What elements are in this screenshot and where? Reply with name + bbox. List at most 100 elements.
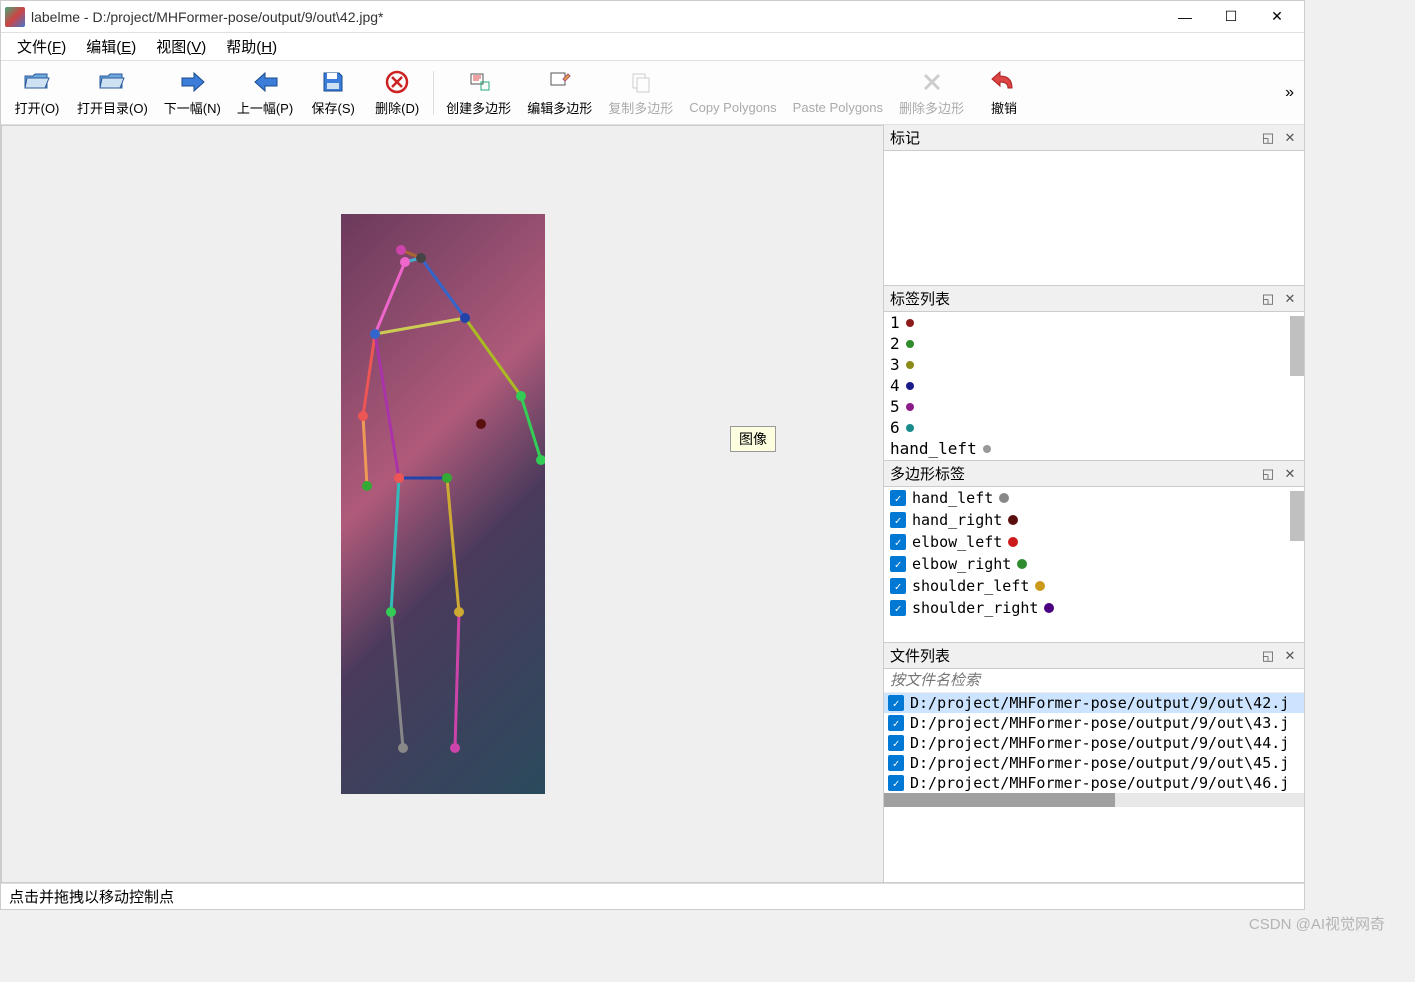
polygon-label-item[interactable]: ✓hand_left <box>884 487 1304 509</box>
scrollbar-thumb[interactable] <box>884 793 1115 807</box>
label-list-body[interactable]: 123456hand_left <box>884 312 1304 460</box>
canvas-area[interactable]: 图像 <box>1 125 884 883</box>
open-dir-button[interactable]: 打开目录(O) <box>69 64 156 122</box>
panel-close-icon[interactable]: ✕ <box>1282 466 1298 482</box>
checkbox[interactable]: ✓ <box>890 490 906 506</box>
status-text: 点击并拖拽以移动控制点 <box>9 886 174 907</box>
file-list-panel: 文件列表 ◱ ✕ ✓D:/project/MHFormer-pose/outpu… <box>884 643 1304 883</box>
polygon-label-item[interactable]: ✓elbow_left <box>884 531 1304 553</box>
scrollbar-thumb[interactable] <box>1290 316 1304 376</box>
label-list-panel: 标签列表 ◱ ✕ 123456hand_left <box>884 286 1304 461</box>
file-list-panel-header[interactable]: 文件列表 ◱ ✕ <box>884 643 1304 669</box>
label-list-item[interactable]: 4 <box>884 375 1304 396</box>
marks-panel: 标记 ◱ ✕ <box>884 125 1304 286</box>
color-dot-icon <box>906 361 914 369</box>
polygon-label-item[interactable]: ✓elbow_right <box>884 553 1304 575</box>
toolbar: 打开(O) 打开目录(O) 下一幅(N) 上一幅(P) 保存(S) 删除(D) … <box>1 61 1304 125</box>
checkbox[interactable]: ✓ <box>890 534 906 550</box>
next-image-button[interactable]: 下一幅(N) <box>156 64 229 122</box>
panel-close-icon[interactable]: ✕ <box>1282 291 1298 307</box>
checkbox[interactable]: ✓ <box>890 512 906 528</box>
label-list-item[interactable]: 5 <box>884 396 1304 417</box>
app-window: labelme - D:/project/MHFormer-pose/outpu… <box>0 0 1305 910</box>
save-icon <box>319 68 347 96</box>
panel-float-icon[interactable]: ◱ <box>1260 648 1276 664</box>
side-panels: 标记 ◱ ✕ 标签列表 ◱ ✕ 123 <box>884 125 1304 883</box>
delete-polygon-button: 删除多边形 <box>891 64 972 122</box>
checkbox[interactable]: ✓ <box>888 775 904 791</box>
copy-polygons-button: Copy Polygons <box>681 64 784 122</box>
color-dot-icon <box>906 382 914 390</box>
file-search-input[interactable] <box>884 669 1304 693</box>
watermark-text: CSDN @AI视觉网奇 <box>1249 913 1385 934</box>
marks-panel-body[interactable] <box>884 151 1304 285</box>
save-button[interactable]: 保存(S) <box>301 64 365 122</box>
create-polygon-icon <box>465 68 493 96</box>
color-dot-icon <box>1008 537 1018 547</box>
image-canvas[interactable] <box>341 214 545 794</box>
delete-button[interactable]: 删除(D) <box>365 64 429 122</box>
minimize-button[interactable]: — <box>1162 2 1208 32</box>
color-dot-icon <box>906 340 914 348</box>
color-dot-icon <box>906 424 914 432</box>
color-dot-icon <box>999 493 1009 503</box>
pose-skeleton[interactable] <box>341 214 545 794</box>
panel-float-icon[interactable]: ◱ <box>1260 291 1276 307</box>
file-list-item[interactable]: ✓D:/project/MHFormer-pose/output/9/out\4… <box>884 753 1304 773</box>
toolbar-overflow[interactable]: » <box>1279 84 1300 102</box>
copy-polygon-button: 复制多边形 <box>600 64 681 122</box>
file-list-item[interactable]: ✓D:/project/MHFormer-pose/output/9/out\4… <box>884 693 1304 713</box>
edit-polygon-button[interactable]: 编辑多边形 <box>519 64 600 122</box>
label-list-item[interactable]: 6 <box>884 417 1304 438</box>
panel-float-icon[interactable]: ◱ <box>1260 130 1276 146</box>
titlebar: labelme - D:/project/MHFormer-pose/outpu… <box>1 1 1304 33</box>
panel-close-icon[interactable]: ✕ <box>1282 648 1298 664</box>
menu-edit[interactable]: 编辑(E) <box>76 33 146 60</box>
panel-float-icon[interactable]: ◱ <box>1260 466 1276 482</box>
polygon-label-panel: 多边形标签 ◱ ✕ ✓hand_left✓hand_right✓elbow_le… <box>884 461 1304 643</box>
file-list-item[interactable]: ✓D:/project/MHFormer-pose/output/9/out\4… <box>884 713 1304 733</box>
arrow-right-icon <box>178 68 206 96</box>
create-polygon-button[interactable]: 创建多边形 <box>438 64 519 122</box>
paste-polygons-button: Paste Polygons <box>785 64 891 122</box>
undo-button[interactable]: 撤销 <box>972 64 1036 122</box>
checkbox[interactable]: ✓ <box>890 578 906 594</box>
main-area: 图像 标记 ◱ ✕ 标签列表 ◱ ✕ <box>1 125 1304 883</box>
color-dot-icon <box>906 319 914 327</box>
label-list-item[interactable]: 3 <box>884 354 1304 375</box>
menu-view[interactable]: 视图(V) <box>146 33 216 60</box>
checkbox[interactable]: ✓ <box>888 735 904 751</box>
polygon-label-item[interactable]: ✓shoulder_right <box>884 597 1304 619</box>
window-title: labelme - D:/project/MHFormer-pose/outpu… <box>31 9 1162 25</box>
checkbox[interactable]: ✓ <box>888 695 904 711</box>
menu-file[interactable]: 文件(F) <box>7 33 76 60</box>
checkbox[interactable]: ✓ <box>890 556 906 572</box>
maximize-button[interactable]: ☐ <box>1208 2 1254 32</box>
file-list-item[interactable]: ✓D:/project/MHFormer-pose/output/9/out\4… <box>884 773 1304 793</box>
menu-help[interactable]: 帮助(H) <box>216 33 287 60</box>
checkbox[interactable]: ✓ <box>888 715 904 731</box>
prev-image-button[interactable]: 上一幅(P) <box>229 64 301 122</box>
file-list-item[interactable]: ✓D:/project/MHFormer-pose/output/9/out\4… <box>884 733 1304 753</box>
file-list-body[interactable]: ✓D:/project/MHFormer-pose/output/9/out\4… <box>884 669 1304 882</box>
horizontal-scrollbar[interactable] <box>884 793 1304 807</box>
checkbox[interactable]: ✓ <box>890 600 906 616</box>
open-button[interactable]: 打开(O) <box>5 64 69 122</box>
polygon-label-panel-header[interactable]: 多边形标签 ◱ ✕ <box>884 461 1304 487</box>
marks-panel-header[interactable]: 标记 ◱ ✕ <box>884 125 1304 151</box>
label-list-item[interactable]: 1 <box>884 312 1304 333</box>
hover-tooltip: 图像 <box>730 426 776 452</box>
folder-open-multi-icon <box>98 68 126 96</box>
polygon-label-item[interactable]: ✓shoulder_left <box>884 575 1304 597</box>
label-list-item[interactable]: 2 <box>884 333 1304 354</box>
checkbox[interactable]: ✓ <box>888 755 904 771</box>
label-list-panel-header[interactable]: 标签列表 ◱ ✕ <box>884 286 1304 312</box>
scrollbar-thumb[interactable] <box>1290 491 1304 541</box>
panel-close-icon[interactable]: ✕ <box>1282 130 1298 146</box>
app-icon <box>5 7 25 27</box>
close-button[interactable]: ✕ <box>1254 2 1300 32</box>
polygon-label-item[interactable]: ✓hand_right <box>884 509 1304 531</box>
polygon-label-body[interactable]: ✓hand_left✓hand_right✓elbow_left✓elbow_r… <box>884 487 1304 642</box>
label-list-item[interactable]: hand_left <box>884 438 1304 459</box>
delete-circle-icon <box>383 68 411 96</box>
